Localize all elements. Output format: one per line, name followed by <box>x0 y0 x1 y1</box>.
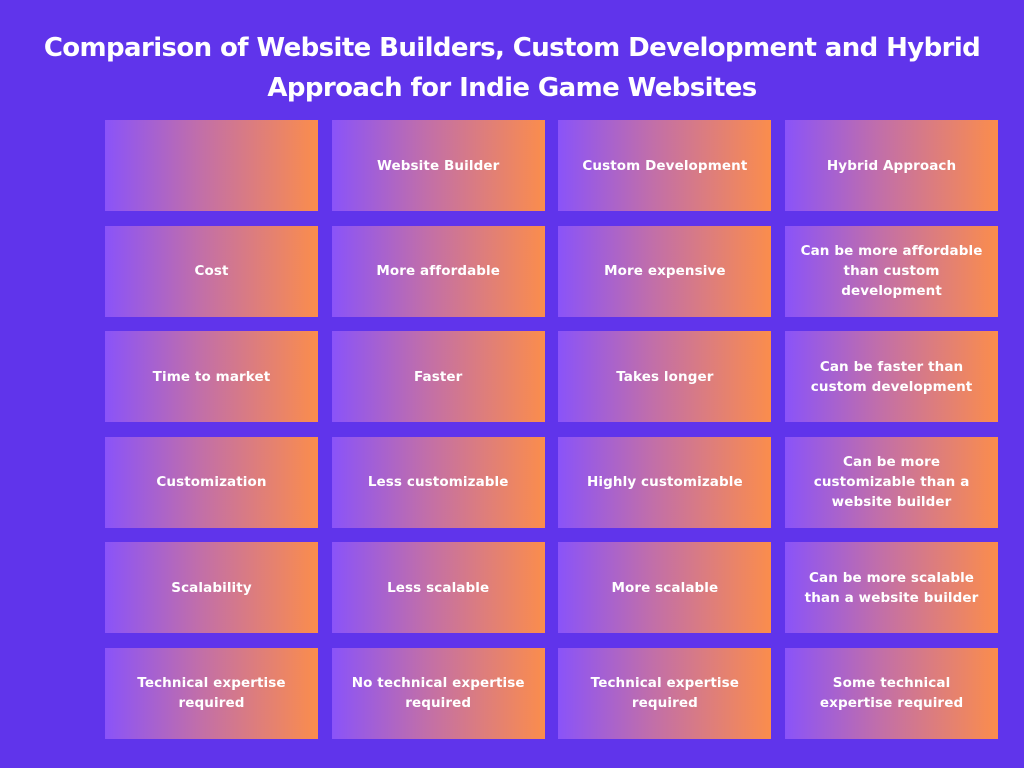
table-cell: Can be more customizable than a website … <box>785 436 999 528</box>
header-cell-empty <box>105 120 318 211</box>
table-cell: Faster <box>331 331 545 422</box>
table-cell: Can be more affordable than custom devel… <box>785 225 999 317</box>
header-cell-website-builder: Website Builder <box>331 120 545 211</box>
page-title: Comparison of Website Builders, Custom D… <box>43 33 981 103</box>
row-label-scalability: Scalability <box>105 542 318 633</box>
comparison-table: Website Builder Custom Development Hybri… <box>105 120 999 739</box>
row-label-technical-expertise: Technical expertise required <box>105 647 318 739</box>
table-cell: Less scalable <box>331 542 545 633</box>
table-cell: Takes longer <box>558 331 772 422</box>
header-cell-custom-development: Custom Development <box>558 120 772 211</box>
table-cell: Can be more scalable than a website buil… <box>785 542 999 633</box>
table-cell: Highly customizable <box>558 436 772 528</box>
table-cell: No technical expertise required <box>331 647 545 739</box>
row-label-cost: Cost <box>105 225 318 317</box>
table-cell: More expensive <box>558 225 772 317</box>
table-cell: Can be faster than custom development <box>785 331 999 422</box>
table-cell: Less customizable <box>331 436 545 528</box>
table-cell: Technical expertise required <box>558 647 772 739</box>
row-label-time-to-market: Time to market <box>105 331 318 422</box>
row-label-customization: Customization <box>105 436 318 528</box>
table-cell: More scalable <box>558 542 772 633</box>
table-cell: More affordable <box>331 225 545 317</box>
header-cell-hybrid-approach: Hybrid Approach <box>785 120 999 211</box>
table-cell: Some technical expertise required <box>785 647 999 739</box>
